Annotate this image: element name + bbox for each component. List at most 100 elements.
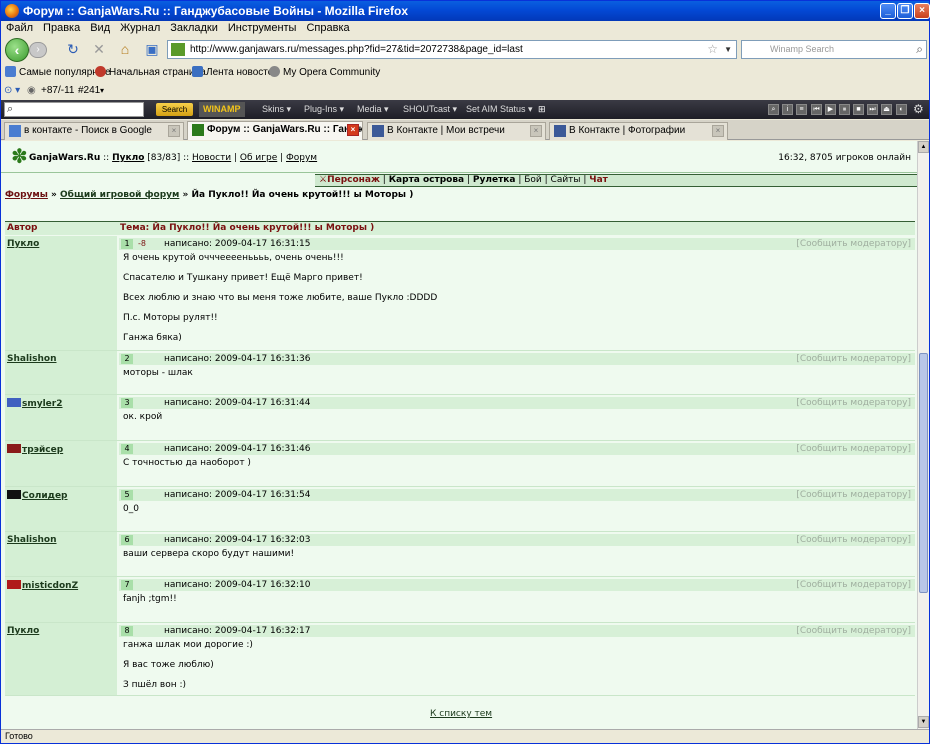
scroll-down-icon[interactable]: ▼ xyxy=(918,716,929,728)
author-link[interactable]: Shalishon xyxy=(7,354,57,364)
next-icon[interactable]: ⏭ xyxy=(867,104,878,115)
bookmark-start-page[interactable]: Начальная страница xyxy=(95,64,206,81)
user-link[interactable]: Пукло xyxy=(112,153,144,163)
author-link[interactable]: Shalishon xyxy=(7,535,57,545)
list-icon[interactable]: ≡ xyxy=(796,104,807,115)
game-nav: ⚔Персонаж | Карта острова | Рулетка | Бо… xyxy=(315,174,917,187)
winamp-menu-shoutcast[interactable]: SHOUTcast ▾ xyxy=(403,100,457,119)
extension-icon[interactable]: ⊙ ▾ xyxy=(4,82,20,99)
menu-history[interactable]: Журнал xyxy=(120,22,160,34)
close-tab-icon[interactable]: × xyxy=(712,125,724,137)
search-placeholder: Winamp Search xyxy=(770,44,835,54)
tab-google[interactable]: в контакте - Поиск в Google × xyxy=(4,122,184,140)
author-link[interactable]: smyler2 xyxy=(7,398,63,409)
reload-icon[interactable]: ↻ xyxy=(65,41,81,57)
menu-edit[interactable]: Правка xyxy=(43,22,80,34)
report-moderator-link[interactable]: [Сообщить модератору] xyxy=(796,443,911,455)
post-date: написано: 2009-04-17 16:31:15 xyxy=(164,239,311,249)
search-icon[interactable]: ⌕ xyxy=(916,41,923,58)
author-name: Пукло xyxy=(7,626,40,636)
scroll-thumb[interactable] xyxy=(919,353,928,593)
breadcrumb-general[interactable]: Общий игровой форум xyxy=(60,190,179,200)
report-moderator-link[interactable]: [Сообщить модератору] xyxy=(796,625,911,637)
ganjawars-favicon xyxy=(192,124,204,136)
start-page-icon xyxy=(95,66,106,77)
winamp-search-input[interactable]: ⌕ xyxy=(4,102,144,117)
stop-icon[interactable]: ✕ xyxy=(91,41,107,57)
addon-icon[interactable]: ▣ xyxy=(144,41,160,57)
about-link[interactable]: Об игре xyxy=(240,153,277,163)
winamp-menu-media[interactable]: Media ▾ xyxy=(357,100,389,119)
author-link[interactable]: трэйсер xyxy=(7,444,63,455)
nav-roulette[interactable]: Рулетка xyxy=(473,175,516,185)
url-dropdown-icon[interactable]: ▼ xyxy=(724,41,732,58)
chevron-down-icon[interactable]: ▾ xyxy=(100,82,104,99)
back-button[interactable]: ‹ xyxy=(5,38,29,62)
info-icon[interactable]: i xyxy=(782,104,793,115)
maximize-button[interactable]: ❐ xyxy=(897,3,913,19)
back-to-topics-link[interactable]: К списку тем xyxy=(430,709,492,719)
post-text-line: ваши сервера скоро будут нашими! xyxy=(123,549,295,559)
menu-tools[interactable]: Инструменты xyxy=(228,22,297,34)
tab-label: в контакте - Поиск в Google xyxy=(24,125,152,136)
search-box[interactable]: Winamp Search ⌕ xyxy=(741,40,927,59)
menu-view[interactable]: Вид xyxy=(90,22,110,34)
author-link[interactable]: misticdonZ xyxy=(7,580,78,591)
scroll-up-icon[interactable]: ▲ xyxy=(918,141,929,153)
tab-forum[interactable]: Форум :: GanjaWars.Ru :: Гандж... × xyxy=(187,121,363,140)
gear-icon[interactable]: ⚙ xyxy=(913,100,924,119)
breadcrumb-forums[interactable]: Форумы xyxy=(5,190,48,200)
winamp-search-icon[interactable]: ⌕ xyxy=(768,104,779,115)
winamp-menu-skins[interactable]: Skins ▾ xyxy=(262,100,291,119)
home-icon[interactable]: ⌂ xyxy=(117,41,133,57)
post-header: 1 -8 написано: 2009-04-17 16:31:15 [Сообщит… xyxy=(119,238,915,250)
report-moderator-link[interactable]: [Сообщить модератору] xyxy=(796,579,911,591)
post-author-cell: misticdonZ xyxy=(5,577,117,622)
author-link[interactable]: Пукло xyxy=(7,239,39,249)
tab-vk-meetings[interactable]: В Контакте | Мои встречи × xyxy=(367,122,546,140)
bookmark-news-feed[interactable]: Лента новостей xyxy=(192,64,279,81)
author-link[interactable]: Пукло xyxy=(7,626,39,636)
bookmark-star-icon[interactable]: ☆ xyxy=(707,41,718,58)
minimize-button[interactable]: _ xyxy=(880,3,896,19)
nav-sites[interactable]: Сайты xyxy=(551,175,581,185)
previous-icon[interactable]: ⏮ xyxy=(811,104,822,115)
vertical-scrollbar[interactable]: ▲ ▼ xyxy=(917,141,929,729)
tab-vk-photos[interactable]: В Контакте | Фотографии × xyxy=(549,122,728,140)
pause-icon[interactable]: ⏸ xyxy=(839,104,850,115)
nav-map[interactable]: Карта острова xyxy=(389,175,464,185)
nav-chat[interactable]: Чат xyxy=(589,175,608,185)
stop-icon[interactable]: ■ xyxy=(853,104,864,115)
close-tab-icon[interactable]: × xyxy=(530,125,542,137)
winamp-menu-plugins[interactable]: Plug-Ins ▾ xyxy=(304,100,344,119)
menu-help[interactable]: Справка xyxy=(306,22,349,34)
eject-icon[interactable]: ⏏ xyxy=(881,104,892,115)
close-button[interactable]: × xyxy=(914,3,930,19)
post-header: 2 написано: 2009-04-17 16:31:36 [Сообщить … xyxy=(119,353,915,365)
forward-button[interactable]: › xyxy=(29,42,47,58)
add-icon[interactable]: ⊞ xyxy=(538,100,546,119)
news-link[interactable]: Новости xyxy=(192,153,231,163)
report-moderator-link[interactable]: [Сообщить модератору] xyxy=(796,397,911,409)
winamp-menu-aim[interactable]: Set AIM Status ▾ xyxy=(466,100,533,119)
report-moderator-link[interactable]: [Сообщить модератору] xyxy=(796,238,911,250)
nav-character[interactable]: Персонаж xyxy=(327,175,380,185)
close-tab-icon[interactable]: × xyxy=(347,124,359,136)
nav-battle[interactable]: Бой xyxy=(524,175,542,185)
forum-link[interactable]: Форум xyxy=(286,153,317,163)
report-moderator-link[interactable]: [Сообщить модератору] xyxy=(796,489,911,501)
author-link[interactable]: Солидер xyxy=(7,490,68,501)
url-bar[interactable]: http://www.ganjawars.ru/messages.php?fid… xyxy=(167,40,737,59)
winamp-logo[interactable]: WINAMP xyxy=(199,102,245,117)
menu-file[interactable]: Файл xyxy=(6,22,33,34)
bookmark-opera[interactable]: My Opera Community xyxy=(269,64,380,81)
menu-bookmarks[interactable]: Закладки xyxy=(170,22,218,34)
report-moderator-link[interactable]: [Сообщить модератору] xyxy=(796,534,911,546)
volume-icon[interactable]: ◐ xyxy=(896,104,907,115)
close-tab-icon[interactable]: × xyxy=(168,125,180,137)
report-moderator-link[interactable]: [Сообщить модератору] xyxy=(796,353,911,365)
forum-post: Пукло 8 написано: 2009-04-17 16:32:17 [Сооб… xyxy=(5,623,915,696)
play-icon[interactable]: ▶ xyxy=(825,104,836,115)
post-date: написано: 2009-04-17 16:31:46 xyxy=(164,444,311,454)
winamp-search-button[interactable]: Search xyxy=(156,103,193,116)
